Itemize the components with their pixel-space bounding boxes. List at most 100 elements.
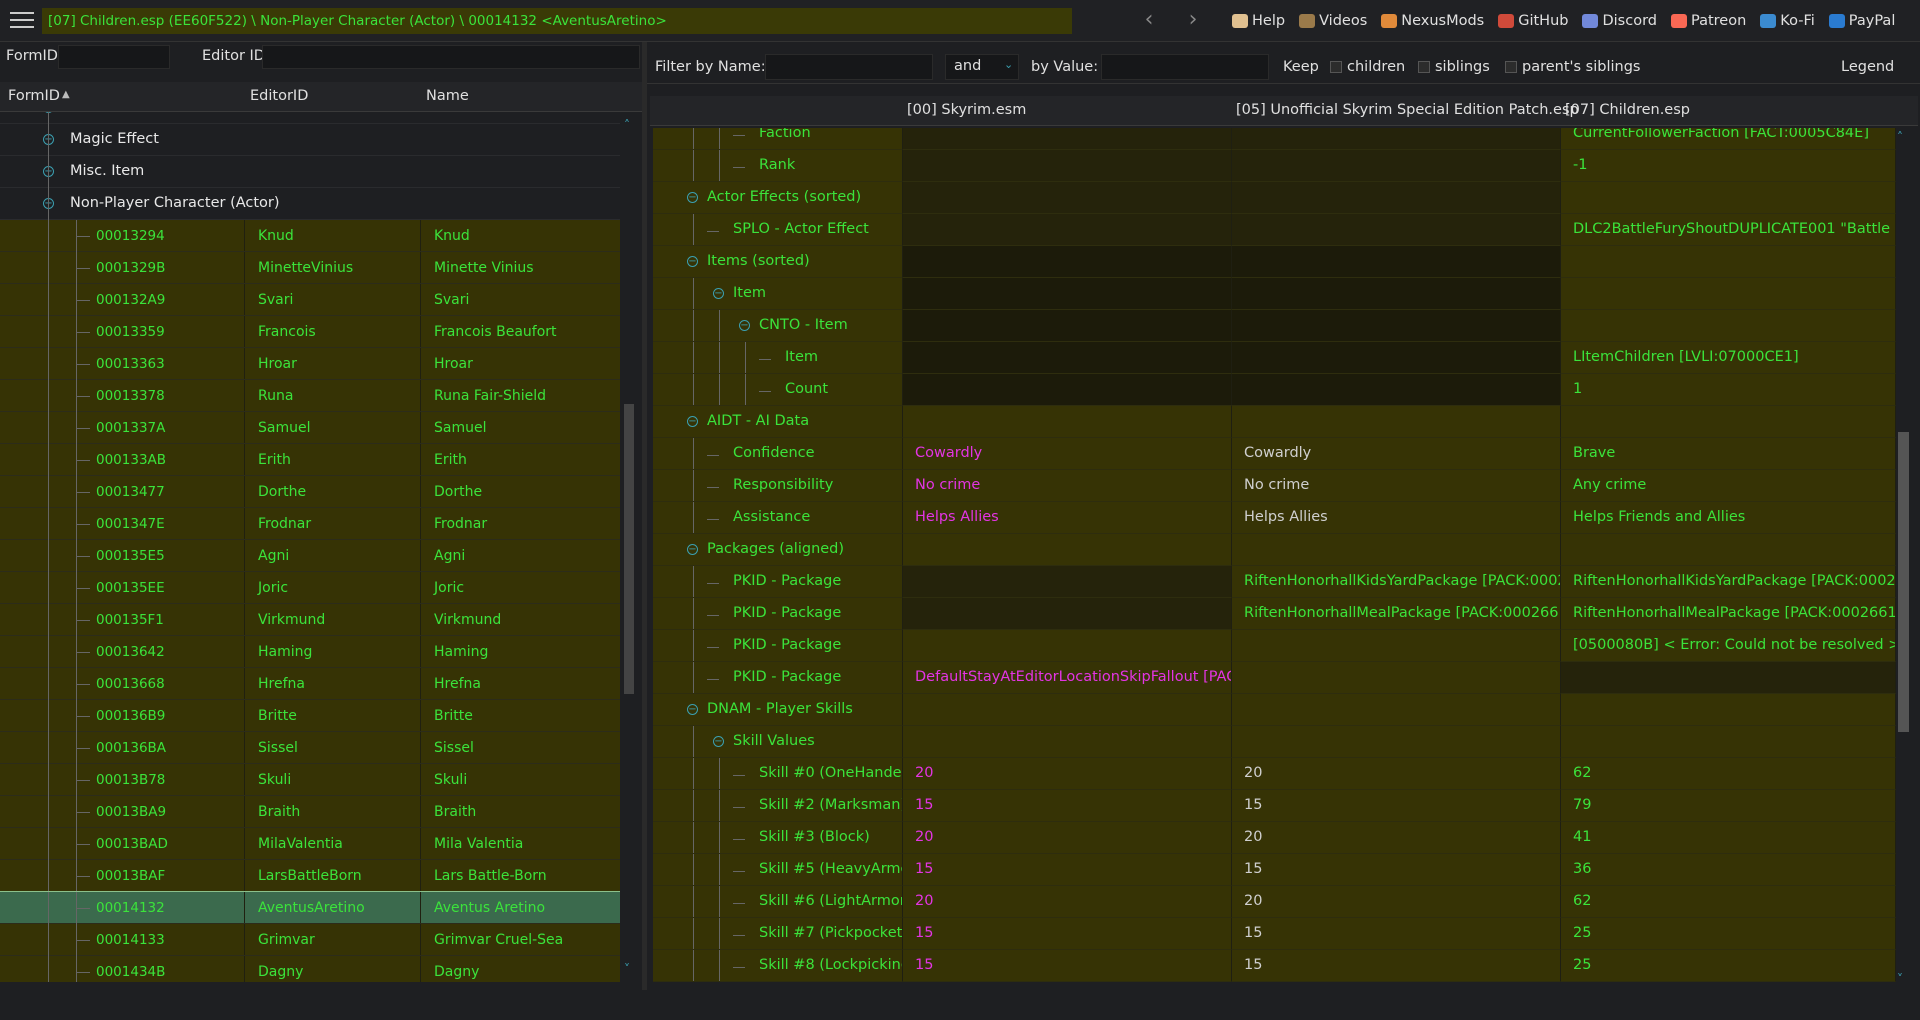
table-row[interactable]: 00013BAD MilaValentia Mila Valentia: [0, 828, 620, 860]
view-row[interactable]: − Items (sorted): [653, 246, 1896, 278]
value-skyrim-cell[interactable]: Helps Allies: [903, 502, 1232, 534]
keep-siblings-checkbox[interactable]: [1418, 61, 1430, 73]
editorid-column-header[interactable]: EditorID: [250, 88, 308, 104]
back-arrow-icon[interactable]: ‹: [1137, 8, 1161, 34]
value-children-cell[interactable]: -1: [1561, 150, 1896, 182]
toplink-ko-fi[interactable]: Ko-Fi: [1760, 13, 1815, 29]
editorid-filter-input[interactable]: [262, 45, 640, 69]
tree-category[interactable]: + Magic Effect: [0, 124, 620, 156]
table-row[interactable]: 00014133 Grimvar Grimvar Cruel-Sea: [0, 924, 620, 956]
view-row[interactable]: Count 1: [653, 374, 1896, 406]
value-children-cell[interactable]: [1561, 534, 1896, 566]
value-skyrim-cell[interactable]: [903, 630, 1232, 662]
view-row[interactable]: Skill #5 (HeavyArmor) 15 15 36: [653, 854, 1896, 886]
value-ussep-cell[interactable]: No crime: [1232, 470, 1561, 502]
value-children-cell[interactable]: [1561, 310, 1896, 342]
table-row[interactable]: 00014132 AventusAretino Aventus Aretino: [0, 891, 620, 925]
view-row[interactable]: Confidence Cowardly Cowardly Brave: [653, 438, 1896, 470]
column-header-skyrim[interactable]: [00] Skyrim.esm: [907, 102, 1026, 118]
collapse-icon[interactable]: −: [713, 288, 724, 299]
value-ussep-cell[interactable]: Helps Allies: [1232, 502, 1561, 534]
value-ussep-cell[interactable]: RiftenHonorhallMealPackage [PACK:0002661…: [1232, 598, 1561, 630]
value-ussep-cell[interactable]: 15: [1232, 950, 1561, 982]
value-children-cell[interactable]: 25: [1561, 950, 1896, 982]
value-ussep-cell[interactable]: RiftenHonorhallKidsYardPackage [PACK:000…: [1232, 566, 1561, 598]
value-skyrim-cell[interactable]: [903, 726, 1232, 758]
value-skyrim-cell[interactable]: 20: [903, 758, 1232, 790]
value-skyrim-cell[interactable]: [903, 374, 1232, 406]
value-children-cell[interactable]: [1561, 182, 1896, 214]
value-children-cell[interactable]: [0500080B] < Error: Could not be resolve…: [1561, 630, 1896, 662]
value-ussep-cell[interactable]: 15: [1232, 854, 1561, 886]
legend-button[interactable]: Legend: [1841, 59, 1894, 75]
table-row[interactable]: 00013359 Francois Francois Beaufort: [0, 316, 620, 348]
value-children-cell[interactable]: 62: [1561, 758, 1896, 790]
value-ussep-cell[interactable]: [1232, 534, 1561, 566]
value-children-cell[interactable]: Any crime: [1561, 470, 1896, 502]
value-children-cell[interactable]: LItemChildren [LVLI:07000CE1]: [1561, 342, 1896, 374]
value-ussep-cell[interactable]: 20: [1232, 758, 1561, 790]
view-row[interactable]: Rank -1: [653, 150, 1896, 182]
column-header-ussep[interactable]: [05] Unofficial Skyrim Special Edition P…: [1236, 102, 1579, 118]
value-ussep-cell[interactable]: 20: [1232, 822, 1561, 854]
value-children-cell[interactable]: [1561, 662, 1896, 694]
value-skyrim-cell[interactable]: 15: [903, 790, 1232, 822]
table-row[interactable]: 000136B9 Britte Britte: [0, 700, 620, 732]
value-ussep-cell[interactable]: 15: [1232, 790, 1561, 822]
value-skyrim-cell[interactable]: [903, 534, 1232, 566]
table-row[interactable]: 0001434B Dagny Dagny: [0, 956, 620, 982]
value-skyrim-cell[interactable]: [903, 182, 1232, 214]
value-children-cell[interactable]: Brave: [1561, 438, 1896, 470]
value-ussep-cell[interactable]: [1232, 246, 1561, 278]
view-row[interactable]: SPLO - Actor Effect DLC2BattleFuryShoutDU…: [653, 214, 1896, 246]
table-row[interactable]: 00013363 Hroar Hroar: [0, 348, 620, 380]
table-row[interactable]: 00013294 Knud Knud: [0, 220, 620, 252]
view-row[interactable]: − DNAM - Player Skills: [653, 694, 1896, 726]
view-row[interactable]: PKID - Package [0500080B] < Error: Could …: [653, 630, 1896, 662]
hamburger-menu-icon[interactable]: [10, 12, 34, 30]
value-ussep-cell[interactable]: [1232, 128, 1561, 150]
collapse-icon[interactable]: −: [687, 704, 698, 715]
value-ussep-cell[interactable]: [1232, 182, 1561, 214]
table-row[interactable]: 00013B78 Skuli Skuli: [0, 764, 620, 796]
value-children-cell[interactable]: DLC2BattleFuryShoutDUPLICATE001 "Battle …: [1561, 214, 1896, 246]
value-skyrim-cell[interactable]: [903, 406, 1232, 438]
toplink-nexusmods[interactable]: NexusMods: [1381, 13, 1484, 29]
view-row[interactable]: − Skill Values: [653, 726, 1896, 758]
table-row[interactable]: 0001347E Frodnar Frodnar: [0, 508, 620, 540]
name-column-header[interactable]: Name: [426, 88, 469, 104]
scroll-down-icon[interactable]: ˅: [624, 962, 630, 976]
right-scroll-up-icon[interactable]: ˄: [1897, 130, 1903, 144]
value-skyrim-cell[interactable]: [903, 342, 1232, 374]
value-children-cell[interactable]: 25: [1561, 918, 1896, 950]
view-row[interactable]: − CNTO - Item: [653, 310, 1896, 342]
right-scroll-thumb[interactable]: [1898, 432, 1909, 732]
value-ussep-cell[interactable]: [1232, 406, 1561, 438]
value-ussep-cell[interactable]: [1232, 342, 1561, 374]
right-scroll-down-icon[interactable]: ˅: [1897, 972, 1903, 986]
table-row[interactable]: 000133AB Erith Erith: [0, 444, 620, 476]
table-row[interactable]: 000135E5 Agni Agni: [0, 540, 620, 572]
value-skyrim-cell[interactable]: [903, 150, 1232, 182]
value-ussep-cell[interactable]: [1232, 694, 1561, 726]
value-skyrim-cell[interactable]: 15: [903, 950, 1232, 982]
filter-value-input[interactable]: [1101, 54, 1269, 80]
view-row[interactable]: Responsibility No crime No crime Any crime: [653, 470, 1896, 502]
keep-children-checkbox[interactable]: [1330, 61, 1342, 73]
left-scroll-thumb[interactable]: [624, 404, 634, 694]
value-children-cell[interactable]: [1561, 246, 1896, 278]
value-skyrim-cell[interactable]: 20: [903, 822, 1232, 854]
value-ussep-cell[interactable]: [1232, 374, 1561, 406]
keep-parents-siblings-checkbox[interactable]: [1505, 61, 1517, 73]
value-ussep-cell[interactable]: [1232, 150, 1561, 182]
value-skyrim-cell[interactable]: [903, 694, 1232, 726]
tree-category[interactable]: + Misc. Item: [0, 156, 620, 188]
value-ussep-cell[interactable]: [1232, 726, 1561, 758]
view-row[interactable]: Skill #2 (Marksman) 15 15 79: [653, 790, 1896, 822]
formid-column-header[interactable]: FormID: [8, 88, 60, 104]
view-row[interactable]: Skill #7 (Pickpocket) 15 15 25: [653, 918, 1896, 950]
view-row[interactable]: Faction CurrentFollowerFaction [FACT:0005…: [653, 128, 1896, 150]
view-row[interactable]: Skill #6 (LightArmor) 20 20 62: [653, 886, 1896, 918]
value-skyrim-cell[interactable]: [903, 246, 1232, 278]
value-children-cell[interactable]: RiftenHonorhallKidsYardPackage [PACK:000…: [1561, 566, 1896, 598]
